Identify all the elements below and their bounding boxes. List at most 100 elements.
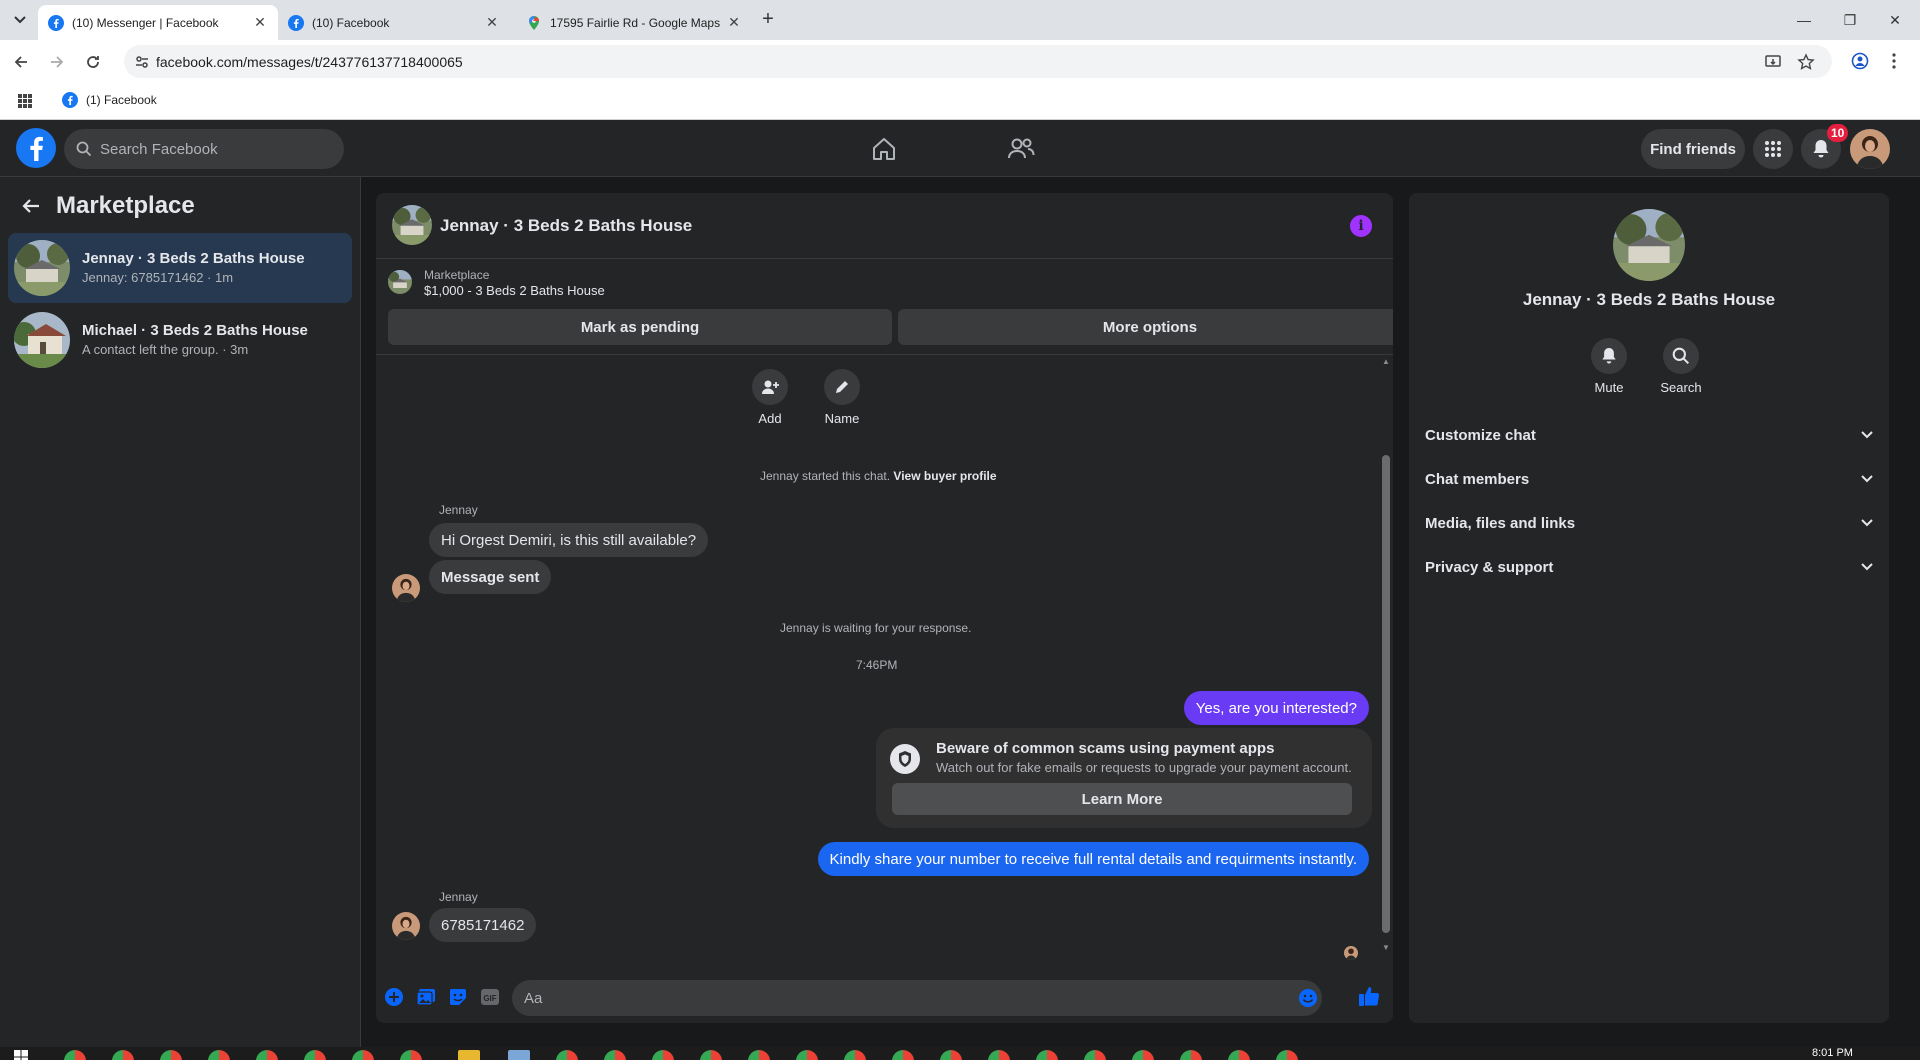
profile-icon[interactable] xyxy=(1850,51,1870,71)
mute-button[interactable]: Mute xyxy=(1579,338,1639,395)
sender-avatar[interactable] xyxy=(392,574,420,602)
outgoing-message[interactable]: Yes, are you interested? xyxy=(1183,691,1369,725)
close-window-icon[interactable]: ✕ xyxy=(1880,8,1910,32)
windows-start-icon[interactable] xyxy=(14,1050,28,1060)
chrome-taskbar-icon[interactable] xyxy=(1132,1050,1154,1060)
conversation-avatar[interactable] xyxy=(1613,209,1685,281)
chrome-taskbar-icon[interactable] xyxy=(64,1050,86,1060)
gif-icon[interactable]: GIF xyxy=(480,987,500,1007)
more-options-button[interactable]: More options xyxy=(898,309,1393,345)
chrome-taskbar-icon[interactable] xyxy=(604,1050,626,1060)
file-explorer-icon[interactable] xyxy=(458,1050,480,1060)
maps-pin-icon xyxy=(529,15,539,30)
sticker-icon[interactable] xyxy=(448,987,468,1007)
chrome-taskbar-icon[interactable] xyxy=(700,1050,722,1060)
site-info-icon[interactable] xyxy=(134,54,150,70)
message-input[interactable]: Aa xyxy=(512,980,1322,1016)
chat-avatar[interactable] xyxy=(392,205,432,245)
chrome-taskbar-icon[interactable] xyxy=(556,1050,578,1060)
chrome-taskbar-icon[interactable] xyxy=(940,1050,962,1060)
chevron-down-icon xyxy=(1861,519,1873,527)
reload-icon[interactable] xyxy=(82,51,104,73)
new-tab-button[interactable]: + xyxy=(758,9,778,30)
emoji-icon[interactable] xyxy=(1298,988,1318,1008)
app-taskbar-icon[interactable] xyxy=(508,1050,530,1060)
chat-title[interactable]: Jennay · 3 Beds 2 Baths House xyxy=(440,216,692,236)
browser-tab-facebook[interactable]: (10) Facebook ✕ xyxy=(278,5,510,40)
find-friends-button[interactable]: Find friends xyxy=(1641,129,1745,169)
conversation-item-michael[interactable]: Michael · 3 Beds 2 Baths House A contact… xyxy=(8,305,352,375)
address-bar[interactable]: facebook.com/messages/t/2437761377184000… xyxy=(124,45,1832,78)
chrome-taskbar-icon[interactable] xyxy=(1036,1050,1058,1060)
outgoing-message[interactable]: Kindly share your number to receive full… xyxy=(817,842,1369,876)
incoming-message[interactable]: 6785171462 xyxy=(429,908,537,942)
mark-as-pending-button[interactable]: Mark as pending xyxy=(388,309,892,345)
menu-grid-icon[interactable] xyxy=(1753,129,1793,169)
friends-icon[interactable] xyxy=(1006,134,1036,164)
info-icon[interactable]: i xyxy=(1350,215,1372,237)
thumbs-up-icon[interactable] xyxy=(1358,985,1380,1007)
chrome-taskbar-icon[interactable] xyxy=(400,1050,422,1060)
browser-tab-google-maps[interactable]: 17595 Fairlie Rd - Google Maps ✕ xyxy=(516,5,752,40)
chrome-taskbar-icon[interactable] xyxy=(988,1050,1010,1060)
chrome-taskbar-icon[interactable] xyxy=(208,1050,230,1060)
waiting-notice: Jennay is waiting for your response. xyxy=(780,621,972,635)
bookmark-facebook[interactable]: (1) Facebook xyxy=(62,92,157,108)
chrome-taskbar-icon[interactable] xyxy=(796,1050,818,1060)
taskbar-clock[interactable]: 8:01 PM xyxy=(1812,1047,1853,1059)
apps-grid-icon[interactable] xyxy=(17,93,33,109)
search-placeholder: Search Facebook xyxy=(100,141,218,158)
section-privacy-support[interactable]: Privacy & support xyxy=(1425,549,1873,585)
facebook-search-input[interactable]: Search Facebook xyxy=(64,129,344,169)
back-arrow-icon[interactable] xyxy=(16,191,46,221)
section-customize-chat[interactable]: Customize chat xyxy=(1425,417,1873,453)
forward-icon[interactable] xyxy=(46,51,68,73)
chrome-taskbar-icon[interactable] xyxy=(304,1050,326,1060)
back-icon[interactable] xyxy=(10,51,32,73)
close-tab-icon[interactable]: ✕ xyxy=(726,14,742,31)
close-tab-icon[interactable]: ✕ xyxy=(252,14,268,31)
chrome-taskbar-icon[interactable] xyxy=(748,1050,770,1060)
chrome-taskbar-icon[interactable] xyxy=(652,1050,674,1060)
chrome-taskbar-icon[interactable] xyxy=(1276,1050,1298,1060)
browser-tab-messenger[interactable]: (10) Messenger | Facebook ✕ xyxy=(38,5,278,40)
chat-scrollbar[interactable]: ▲ ▼ xyxy=(1379,355,1393,955)
section-chat-members[interactable]: Chat members xyxy=(1425,461,1873,497)
conversation-snippet: A contact left the group. · 3m xyxy=(82,342,249,357)
search-in-conversation-button[interactable]: Search xyxy=(1651,338,1711,395)
scroll-down-icon[interactable]: ▼ xyxy=(1382,943,1390,952)
conversation-item-jennay[interactable]: Jennay · 3 Beds 2 Baths House Jennay: 67… xyxy=(8,233,352,303)
chrome-taskbar-icon[interactable] xyxy=(1084,1050,1106,1060)
scroll-up-icon[interactable]: ▲ xyxy=(1382,357,1390,366)
name-chat-button[interactable]: Name xyxy=(812,369,872,426)
scrollbar-thumb[interactable] xyxy=(1382,455,1390,933)
close-tab-icon[interactable]: ✕ xyxy=(484,14,500,31)
chrome-taskbar-icon[interactable] xyxy=(1228,1050,1250,1060)
more-menu-icon[interactable] xyxy=(1884,51,1904,71)
view-buyer-profile-link[interactable]: View buyer profile xyxy=(893,469,996,483)
section-media-files-links[interactable]: Media, files and links xyxy=(1425,505,1873,541)
restore-window-icon[interactable]: ❐ xyxy=(1835,8,1865,32)
chrome-taskbar-icon[interactable] xyxy=(112,1050,134,1060)
account-avatar[interactable] xyxy=(1850,129,1890,169)
home-icon[interactable] xyxy=(869,134,899,164)
chrome-taskbar-icon[interactable] xyxy=(352,1050,374,1060)
facebook-logo-icon[interactable] xyxy=(16,128,56,168)
learn-more-button[interactable]: Learn More xyxy=(892,783,1352,815)
chrome-taskbar-icon[interactable] xyxy=(844,1050,866,1060)
listing-info-row[interactable]: Marketplace $1,000 - 3 Beds 2 Baths Hous… xyxy=(376,259,1393,299)
chrome-taskbar-icon[interactable] xyxy=(892,1050,914,1060)
chrome-taskbar-icon[interactable] xyxy=(256,1050,278,1060)
chrome-taskbar-icon[interactable] xyxy=(160,1050,182,1060)
add-people-button[interactable]: Add xyxy=(740,369,800,426)
chrome-taskbar-icon[interactable] xyxy=(1180,1050,1202,1060)
plus-icon[interactable] xyxy=(384,987,404,1007)
bookmark-star-icon[interactable] xyxy=(1797,53,1815,71)
photo-icon[interactable] xyxy=(416,987,436,1007)
tab-search-chevron-icon[interactable] xyxy=(8,10,32,30)
incoming-message[interactable]: Hi Orgest Demiri, is this still availabl… xyxy=(429,523,709,557)
incoming-message[interactable]: Message sent xyxy=(429,560,552,594)
minimize-icon[interactable]: — xyxy=(1789,8,1819,32)
install-app-icon[interactable] xyxy=(1764,53,1782,71)
sender-avatar[interactable] xyxy=(392,912,420,940)
